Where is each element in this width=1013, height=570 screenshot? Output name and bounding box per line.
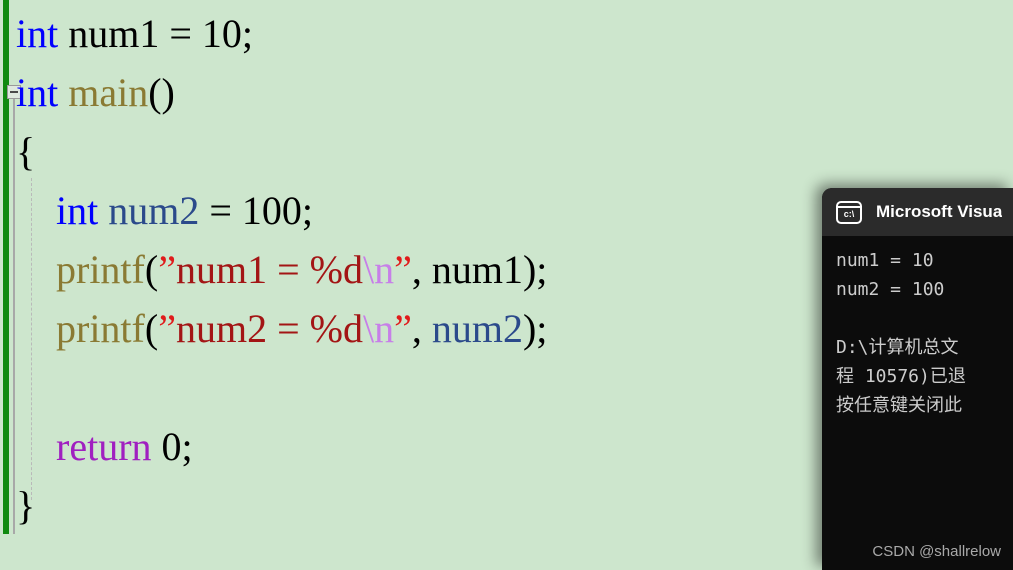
code-line-4: int num2 = 100; [16,181,547,240]
code-token: ” [158,247,176,292]
code-line-9: } [16,476,547,535]
scope-structure-line [13,96,15,534]
code-token: num1 = 10; [58,11,254,56]
code-token: num2 = %d [175,306,363,351]
code-token: ); [522,306,548,351]
code-token: printf [56,306,145,351]
code-token: int [56,188,99,233]
code-line-3: { [16,122,547,181]
code-token: { [16,129,36,174]
code-line-1: int num1 = 10; [16,4,547,63]
code-token: ” [394,306,412,351]
code-token: num2 [108,188,200,233]
code-token: num2 [431,306,523,351]
console-window-title: Microsoft Visua [876,202,1003,221]
console-output-line: 程 10576)已退 [836,366,966,387]
code-line-2: int main() [16,63,547,122]
code-token: ” [394,247,412,292]
console-output-line: num1 = 10 [836,250,934,271]
code-token: = 100; [199,188,314,233]
code-token: main [68,70,149,115]
code-token: int [16,11,59,56]
code-token: printf [56,247,145,292]
watermark-label: CSDN @shallrelow [872,543,1001,560]
console-output-line: num2 = 100 [836,279,945,300]
console-output-line: 按任意键关闭此 [836,395,962,416]
console-output-line: D:\计算机总文 [836,337,959,358]
command-prompt-icon-label: c:\ [843,208,855,219]
code-text[interactable]: int num1 = 10; int main(){ int num2 = 100… [16,4,547,535]
code-token: num1 = %d [175,247,363,292]
code-token: \n [362,306,395,351]
console-output: num1 = 10 num2 = 100 D:\计算机总文程 10576)已退 按任… [836,246,1013,420]
code-line-6: printf(”num2 = %d\n”, num2); [16,299,547,358]
code-token: int [16,70,59,115]
console-titlebar[interactable]: c:\ Microsoft Visua [822,188,1013,236]
code-token: } [16,483,36,528]
code-token: ( [144,247,159,292]
code-token: , [411,306,432,351]
code-line-8: return 0; [16,417,547,476]
code-token: return [56,424,152,469]
code-token: 0; [151,424,193,469]
code-token: num1 [431,247,523,292]
code-token: () [148,70,175,115]
code-token: ); [522,247,548,292]
code-line-5: printf(”num1 = %d\n”, num1); [16,240,547,299]
command-prompt-icon: c:\ [836,200,862,224]
code-token: \n [362,247,395,292]
change-indicator-bar [3,0,9,534]
code-token: , [411,247,432,292]
console-window[interactable]: c:\ Microsoft Visua num1 = 10 num2 = 100 … [822,188,1013,570]
code-token: ” [158,306,176,351]
code-token: ( [144,306,159,351]
